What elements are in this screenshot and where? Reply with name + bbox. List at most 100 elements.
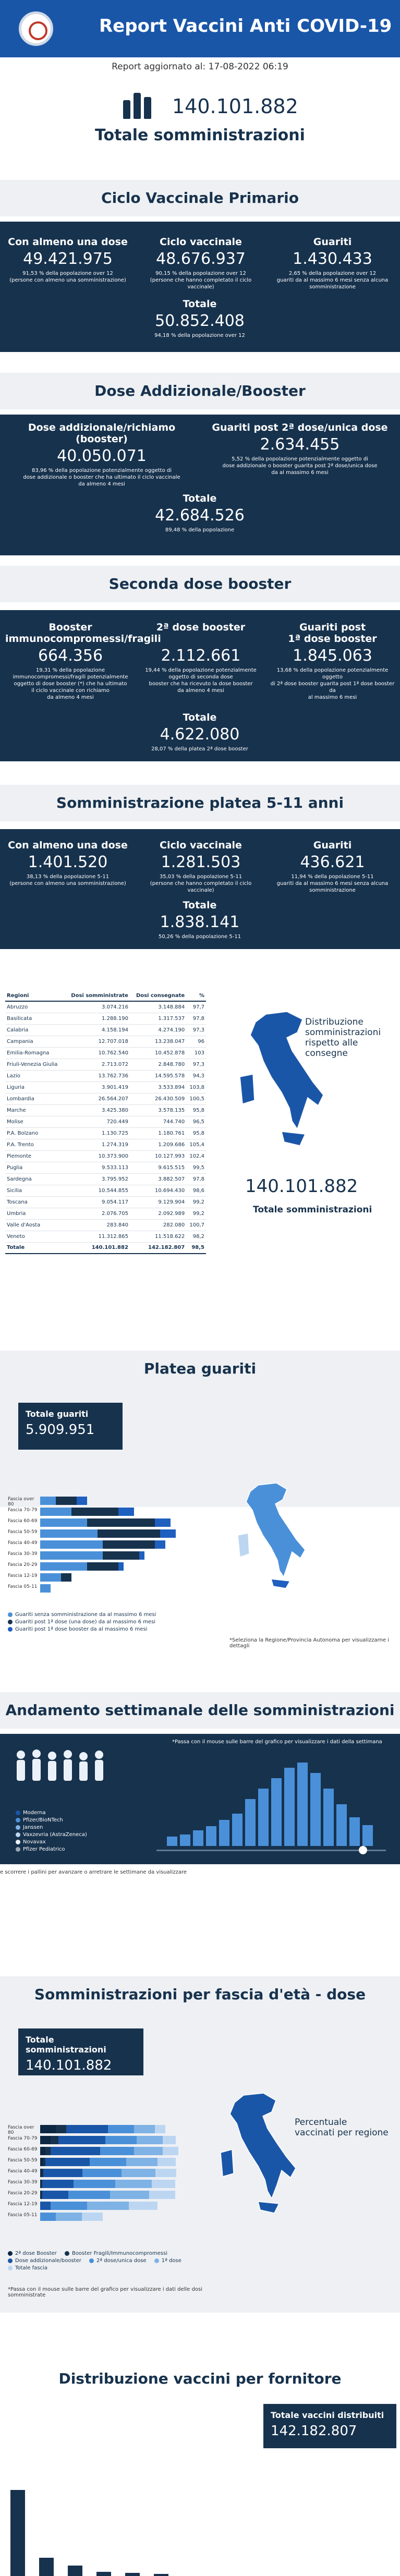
age-bar-segment[interactable] [61,1573,71,1582]
age-bar-row[interactable]: Fascia 60-69 [8,2147,201,2155]
italy-map-guariti[interactable] [229,1481,313,1590]
age-bar-segment[interactable] [155,1540,165,1549]
age-bar-row[interactable]: Fascia 70-79 [8,1508,201,1516]
age-bar-segment[interactable] [103,1551,139,1560]
map-sardinia[interactable] [239,1074,255,1104]
age-bar-segment[interactable] [40,1562,87,1571]
table-row[interactable]: Veneto 11.312.865 11.518.622 98,2 [5,1231,206,1243]
age-bar-segment[interactable] [58,2136,105,2144]
table-row[interactable]: Toscana 9.054.117 9.129.904 99,2 [5,1196,206,1208]
age-bar-segment[interactable] [40,1584,51,1593]
age-bar-segment[interactable] [155,1518,171,1527]
table-row[interactable]: Liguria 3.901.419 3.533.894 103,8 [5,1082,206,1093]
age-bar-segment[interactable] [90,2158,126,2166]
age-bar-segment[interactable] [155,2125,165,2133]
age-bar-segment[interactable] [139,1551,144,1560]
age-bar-row[interactable]: Fascia over 80 [8,1497,201,1507]
age-bar-segment[interactable] [118,1562,124,1571]
age-bar-segment[interactable] [40,2202,51,2210]
age-bar-segment[interactable] [71,1508,118,1516]
age-bar-segment[interactable] [56,2213,82,2221]
age-bar-segment[interactable] [40,1508,71,1516]
table-row[interactable]: Valle d'Aosta 283.840 282.080 100,7 [5,1219,206,1231]
age-bar-segment[interactable] [160,1529,176,1538]
age-bar-segment[interactable] [155,2169,176,2177]
weekly-bar[interactable] [323,1789,334,1846]
table-row[interactable]: Piemonte 10.373.900 10.127.993 102,4 [5,1150,206,1162]
age-bar-segment[interactable] [100,2147,134,2155]
map-guariti-sicily[interactable] [270,1578,291,1589]
age-bar-segment[interactable] [40,1551,103,1560]
age-bar-segment[interactable] [40,1497,56,1505]
age-bar-segment[interactable] [45,2158,90,2166]
age-bar-row[interactable]: Fascia 40-49 [8,2169,201,2177]
table-row[interactable]: Emilia-Romagna 10.762.540 10.452.878 103 [5,1047,206,1059]
table-row[interactable]: Abruzzo 3.074.216 3.148.884 97,7 [5,1001,206,1013]
weekly-scroll-handle[interactable] [359,1846,367,1854]
age-bar-row[interactable]: Fascia over 80 [8,2125,201,2135]
age-bar-segment[interactable] [82,2169,122,2177]
age-bar-segment[interactable] [43,2169,82,2177]
age-bar-segment[interactable] [152,2180,175,2188]
age-bar-segment[interactable] [74,2180,115,2188]
age-bar-segment[interactable] [77,1497,87,1505]
map-sicily[interactable] [281,1131,306,1146]
weekly-bar[interactable] [297,1763,308,1846]
weekly-bar[interactable] [271,1778,282,1846]
age-bar-segment[interactable] [157,2158,176,2166]
table-row[interactable]: Friuli-Venezia Giulia 2.713.072 2.848.780 9… [5,1059,206,1071]
table-row[interactable]: Basilicata 1.288.190 1.317.537 97,8 [5,1013,206,1025]
age-bar-segment[interactable] [42,2180,74,2188]
age-bar-segment[interactable] [87,1562,118,1571]
table-row[interactable]: Calabria 4.158.194 4.274.190 97,3 [5,1024,206,1036]
weekly-bar[interactable] [232,1814,243,1846]
age-bar-segment[interactable] [42,2191,68,2199]
age-bar-row[interactable]: Fascia 05-11 [8,1584,201,1593]
age-bar-segment[interactable] [40,2213,56,2221]
weekly-bar[interactable] [180,1834,190,1846]
age-bar-row[interactable]: Fascia 50-59 [8,2158,201,2166]
weekly-scrollbar[interactable] [156,1850,386,1851]
table-row[interactable]: Campania 12.707.018 13.238.047 96 [5,1036,206,1048]
age-bar-segment[interactable] [98,1529,160,1538]
table-row[interactable]: Lombardia 26.564.207 26.430.509 100,5 [5,1093,206,1105]
weekly-bar[interactable] [193,1830,203,1846]
age-bar-row[interactable]: Fascia 20-29 [8,1562,201,1571]
weekly-bar[interactable] [362,1825,373,1846]
age-bar-segment[interactable] [40,2136,51,2144]
weekly-bar[interactable] [284,1768,295,1846]
fornitore-bar[interactable] [154,2574,168,2576]
age-bar-segment[interactable] [163,2136,176,2144]
age-bar-segment[interactable] [40,1518,87,1527]
age-bar-segment[interactable] [51,2202,87,2210]
age-bar-segment[interactable] [45,2147,51,2155]
age-bar-segment[interactable] [40,2125,56,2133]
age-bar-segment[interactable] [66,2125,108,2133]
age-bar-row[interactable]: Fascia 30-39 [8,1551,201,1560]
age-bar-segment[interactable] [115,2180,152,2188]
age-bar-segment[interactable] [105,2136,137,2144]
table-row[interactable]: Sardegna 3.795.952 3.882.507 97,8 [5,1173,206,1185]
table-row[interactable]: P.A. Bolzano 1.130.725 1.180.761 95,8 [5,1127,206,1139]
age-bar-segment[interactable] [134,2125,155,2133]
age-bar-row[interactable]: Fascia 60-69 [8,1518,201,1527]
age-bar-row[interactable]: Fascia 30-39 [8,2180,201,2188]
weekly-bar[interactable] [349,1817,360,1846]
age-bar-segment[interactable] [163,2147,178,2155]
age-bar-segment[interactable] [122,2169,155,2177]
age-bar-row[interactable]: Fascia 05-11 [8,2213,201,2221]
age-bar-segment[interactable] [87,1518,155,1527]
age-bar-segment[interactable] [40,2147,45,2155]
age-bar-row[interactable]: Fascia 50-59 [8,1529,201,1538]
map-eta-sardinia[interactable] [220,2149,234,2177]
map-guariti-mainland[interactable] [246,1483,306,1578]
fornitore-bar[interactable] [39,2558,54,2576]
age-bar-row[interactable]: Fascia 12-19 [8,2202,201,2210]
italy-map-eta[interactable] [211,2091,305,2216]
weekly-bar[interactable] [219,1820,229,1846]
guariti-age-bars[interactable]: Fascia over 80 Fascia 70-79 Fascia 60-69 Fa… [8,1497,201,1593]
age-bar-segment[interactable] [108,2125,134,2133]
fornitore-bar[interactable] [96,2572,111,2576]
table-row[interactable]: Sicilia 10.544.855 10.694.430 98,6 [5,1185,206,1197]
weekly-bar[interactable] [167,1837,177,1846]
